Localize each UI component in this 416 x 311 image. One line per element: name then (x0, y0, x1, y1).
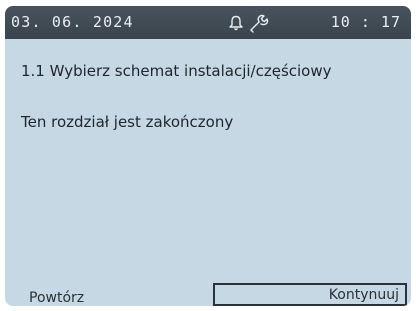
status-message: Ten rozdział jest zakończony (21, 113, 234, 131)
step-title: 1.1 Wybierz schemat instalacji/częściowy (21, 62, 332, 80)
status-bar: 03. 06. 2024 10 : 17 (5, 6, 411, 39)
status-icons (226, 13, 272, 33)
status-time: 10 : 17 (330, 13, 401, 31)
bell-icon (229, 15, 243, 31)
wrench-icon (250, 14, 269, 33)
status-date: 03. 06. 2024 (11, 13, 134, 31)
continue-button[interactable]: Kontynuuj (213, 283, 407, 306)
repeat-button[interactable]: Powtórz (29, 290, 84, 306)
display-screen: 03. 06. 2024 10 : 17 1.1 Wybierz schemat… (5, 6, 411, 306)
